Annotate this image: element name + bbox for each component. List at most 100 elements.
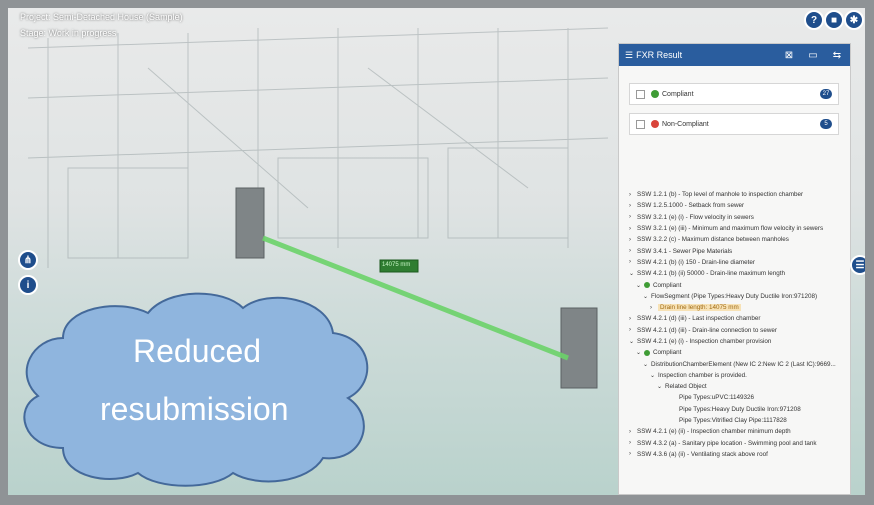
tree-item-label: FlowSegment (Pipe Types:Heavy Duty Ducti…: [651, 292, 818, 300]
non-compliant-checkbox[interactable]: [636, 119, 645, 129]
filter-label: Non-Compliant: [662, 120, 709, 128]
tree-item[interactable]: › SSW 1.2.5.1000 - Setback from sewer: [629, 200, 850, 211]
question-icon: ?: [810, 14, 818, 26]
measure-label: 14075 mm: [382, 262, 411, 268]
tree-item[interactable]: ⌄ Inspection chamber is provided.: [629, 370, 850, 381]
tree-item[interactable]: ⌄ DistributionChamberElement (New IC 2:Ne…: [629, 358, 850, 369]
chevron-down-icon[interactable]: ⌄: [657, 383, 665, 390]
tree-item-label: Pipe Types:Heavy Duty Ductile Iron:97120…: [679, 405, 801, 413]
cloud-line-2: resubmission: [100, 391, 289, 427]
tree-item[interactable]: › SSW 3.4.1 - Sewer Pipe Materials: [629, 245, 850, 256]
tree-item-label: SSW 3.4.1 - Sewer Pipe Materials: [637, 247, 733, 255]
tree-item-label: Drain line length: 14075 mm: [658, 304, 741, 312]
save-button[interactable]: ■: [824, 10, 844, 30]
chevron-down-icon[interactable]: ⌄: [643, 293, 651, 300]
chevron-right-icon[interactable]: ›: [629, 248, 637, 254]
results-list-button[interactable]: ☰: [850, 255, 865, 275]
tree-item-label: Related Object: [665, 383, 707, 391]
check-icon: [644, 349, 650, 356]
chevron-down-icon[interactable]: ⌄: [650, 372, 658, 379]
tree-item[interactable]: › SSW 3.2.1 (e) (i) - Flow velocity in se…: [629, 212, 850, 223]
tree-item[interactable]: ⌄ Related Object: [629, 381, 850, 392]
fxr-result-panel: ☰ FXR Result ⊠ ▭ ⇆ Compliant 27 Non-Comp…: [618, 43, 851, 495]
chevron-down-icon[interactable]: ⌄: [636, 349, 644, 356]
tree-item-label: SSW 4.2.1 (b) (i) 150 - Drain-line diame…: [637, 258, 755, 266]
tree-item[interactable]: › SSW 4.2.1 (b) (i) 150 - Drain-line diam…: [629, 257, 850, 268]
tree-item-label: SSW 4.2.1 (d) (iii) - Last inspection ch…: [637, 315, 761, 323]
chevron-right-icon[interactable]: ›: [629, 203, 637, 209]
project-stage: Stage: Work in progress: [20, 28, 117, 38]
save-icon: ■: [830, 14, 838, 26]
chevron-right-icon[interactable]: ›: [629, 259, 637, 265]
tree-item-label: Inspection chamber is provided.: [658, 371, 747, 379]
tree-item[interactable]: › SSW 3.2.2 (c) - Maximum distance betwee…: [629, 234, 850, 245]
filter-non-compliant[interactable]: Non-Compliant 5: [629, 113, 839, 135]
tree-item-label: SSW 3.2.1 (e) (i) - Flow velocity in sew…: [637, 213, 754, 221]
tree-item[interactable]: ⌄ SSW 4.2.1 (b) (ii) 50000 - Drain-line m…: [629, 268, 850, 279]
tree-item[interactable]: › SSW 4.3.2 (a) - Sanitary pipe location …: [629, 438, 850, 449]
tree-item[interactable]: ⌄ SSW 4.2.1 (e) (i) - Inspection chamber …: [629, 336, 850, 347]
tree-item[interactable]: ⌄ Compliant: [629, 279, 850, 290]
tree-item[interactable]: ⌄ Compliant: [629, 347, 850, 358]
chevron-right-icon[interactable]: ›: [629, 237, 637, 243]
chevron-down-icon[interactable]: ⌄: [629, 338, 637, 345]
tree-item[interactable]: › Drain line length: 14075 mm: [629, 302, 850, 313]
tree-item-label: SSW 3.2.2 (c) - Maximum distance between…: [637, 236, 789, 244]
tree-item-label: SSW 1.2.5.1000 - Setback from sewer: [637, 202, 745, 210]
tree-item-label: SSW 1.2.1 (b) - Top level of manhole to …: [637, 191, 804, 199]
tree-item-label: SSW 4.3.2 (a) - Sanitary pipe location -…: [637, 439, 817, 447]
tree-item-label: Compliant: [653, 281, 682, 289]
chevron-down-icon[interactable]: ⌄: [636, 282, 644, 289]
chevron-right-icon[interactable]: ›: [629, 440, 637, 446]
tree-item[interactable]: › SSW 4.2.1 (d) (iii) - Last inspection c…: [629, 313, 850, 324]
tree-item[interactable]: Pipe Types:uPVC:1149326: [629, 392, 850, 403]
tree-item[interactable]: Pipe Types:Vitrified Clay Pipe:1117828: [629, 415, 850, 426]
chevron-right-icon[interactable]: ›: [629, 192, 637, 198]
sync-icon[interactable]: ⇆: [830, 48, 844, 62]
filter-compliant[interactable]: Compliant 27: [629, 83, 839, 105]
count-badge: 5: [820, 119, 832, 129]
close-icon[interactable]: ⊠: [782, 48, 796, 62]
tree-item[interactable]: › SSW 4.2.1 (e) (ii) - Inspection chamber…: [629, 426, 850, 437]
count-badge: 27: [820, 89, 832, 99]
tree-item[interactable]: › SSW 4.2.1 (d) (iii) - Drain-line connec…: [629, 325, 850, 336]
tree-item[interactable]: Pipe Types:Heavy Duty Ductile Iron:97120…: [629, 404, 850, 415]
chevron-right-icon[interactable]: ›: [629, 451, 637, 457]
tree-item-label: SSW 4.3.6 (a) (ii) - Ventilating stack a…: [637, 450, 768, 458]
list-icon: ☰: [855, 259, 865, 271]
tree-item-label: SSW 4.2.1 (d) (iii) - Drain-line connect…: [637, 326, 777, 334]
tree-item-label: SSW 4.2.1 (e) (ii) - Inspection chamber …: [637, 428, 791, 436]
tree-item-label: DistributionChamberElement (New IC 2:New…: [651, 360, 836, 368]
chevron-down-icon[interactable]: ⌄: [643, 361, 651, 368]
help-button[interactable]: ?: [804, 10, 824, 30]
tree-item[interactable]: ⌄ FlowSegment (Pipe Types:Heavy Duty Duct…: [629, 291, 850, 302]
tree-item-label: Compliant: [653, 349, 682, 357]
chevron-down-icon[interactable]: ⌄: [629, 270, 637, 277]
tree-item[interactable]: › SSW 4.3.6 (a) (ii) - Ventilating stack …: [629, 449, 850, 460]
compliant-checkbox[interactable]: [636, 89, 645, 99]
panel-header: ☰ FXR Result ⊠ ▭ ⇆: [619, 44, 850, 66]
viewport-frame[interactable]: Project: Semi-Detached House (Sample) St…: [8, 8, 865, 495]
gear-icon: ✱: [849, 14, 859, 26]
settings-button[interactable]: ✱: [844, 10, 864, 30]
tree-item[interactable]: › SSW 1.2.1 (b) - Top level of manhole to…: [629, 189, 850, 200]
tree-item[interactable]: › SSW 3.2.1 (e) (iii) - Minimum and maxim…: [629, 223, 850, 234]
chevron-right-icon[interactable]: ›: [629, 316, 637, 322]
chevron-right-icon[interactable]: ›: [629, 226, 637, 232]
chevron-right-icon[interactable]: ›: [629, 429, 637, 435]
hierarchy-button[interactable]: ⋔: [18, 250, 38, 270]
chevron-right-icon[interactable]: ›: [629, 214, 637, 220]
cloud-line-1: Reduced: [133, 333, 262, 369]
folder-icon[interactable]: ▭: [806, 48, 820, 62]
hierarchy-icon: ⋔: [23, 254, 33, 266]
tree-item-label: SSW 3.2.1 (e) (iii) - Minimum and maximu…: [637, 225, 824, 233]
tree-item-label: Pipe Types:Vitrified Clay Pipe:1117828: [679, 417, 787, 425]
tree-item-label: SSW 4.2.1 (b) (ii) 50000 - Drain-line ma…: [637, 270, 786, 278]
chevron-right-icon[interactable]: ›: [650, 305, 658, 311]
chevron-right-icon[interactable]: ›: [629, 327, 637, 333]
cloud-callout: [23, 292, 369, 487]
tree-item-label: Pipe Types:uPVC:1149326: [679, 394, 755, 402]
result-tree: › SSW 1.2.1 (b) - Top level of manhole to…: [629, 189, 850, 494]
cross-icon: [651, 120, 659, 128]
tree-item-label: SSW 4.2.1 (e) (i) - Inspection chamber p…: [637, 338, 772, 345]
